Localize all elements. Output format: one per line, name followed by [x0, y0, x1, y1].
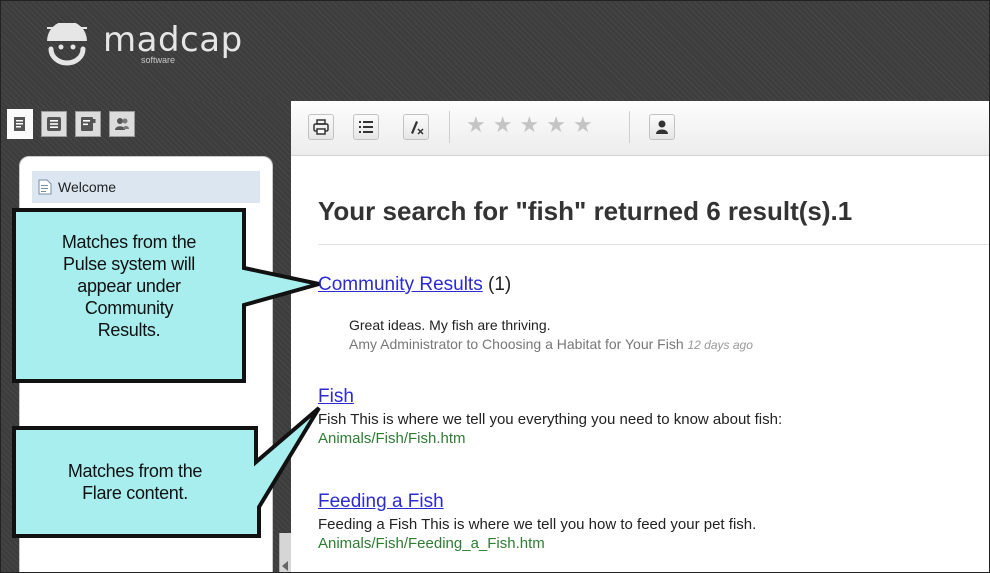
result-link-fish[interactable]: Fish [318, 386, 354, 408]
madcap-logo[interactable]: madcap software [37, 23, 243, 73]
rating-star-1[interactable]: ★ [466, 115, 486, 137]
comment-author-topic[interactable]: Amy Administrator to Choosing a Habitat … [349, 336, 684, 352]
screenshot-frame: madcap software Welcome ★ ★ ★ ★ ★ Your s… [0, 0, 990, 573]
document-icon [14, 117, 25, 131]
topic-rating[interactable]: ★ ★ ★ ★ ★ [466, 115, 593, 137]
comment-timestamp: 12 days ago [687, 338, 753, 352]
divider [318, 244, 989, 245]
print-icon [313, 119, 329, 135]
list-icon [359, 121, 373, 133]
toolbar-separator [449, 111, 450, 143]
page-icon [38, 179, 52, 195]
chevron-left-icon [282, 561, 288, 571]
tab-index[interactable] [41, 111, 67, 137]
list-icon [47, 117, 61, 131]
community-comment-meta: Amy Administrator to Choosing a Habitat … [349, 336, 753, 352]
rating-star-5[interactable]: ★ [573, 115, 593, 137]
rating-star-3[interactable]: ★ [519, 115, 539, 137]
toolbar-separator [629, 111, 630, 143]
collapse-nav-button[interactable] [279, 533, 291, 572]
search-results-heading: Your search for "fish" returned 6 result… [318, 196, 853, 226]
content-pane: ★ ★ ★ ★ ★ Your search for "fish" returne… [291, 101, 989, 572]
toc-panel: Welcome [19, 156, 273, 572]
community-results-link[interactable]: Community Results [318, 274, 483, 295]
madcap-logo-icon [47, 23, 87, 66]
tab-glossary[interactable] [75, 111, 101, 137]
result-link-feeding-a-fish[interactable]: Feeding a Fish [318, 491, 444, 513]
community-icon [115, 118, 129, 130]
result-desc-feeding-a-fish: Feeding a Fish This is where we tell you… [318, 516, 757, 533]
topic-toolbar: ★ ★ ★ ★ ★ [291, 101, 989, 156]
brand-sub: software [141, 55, 176, 65]
result-desc-fish: Fish This is where we tell you everythin… [318, 411, 783, 428]
expand-all-button[interactable] [353, 114, 379, 140]
remove-highlight-button[interactable] [403, 114, 429, 140]
community-results-count: (1) [488, 274, 512, 295]
tab-toc[interactable] [7, 109, 33, 139]
community-comment[interactable]: Great ideas. My fish are thriving. [349, 317, 551, 333]
navigation-tabs [7, 109, 135, 139]
toc-item-label: Welcome [58, 179, 117, 195]
user-icon [656, 120, 668, 134]
rating-star-4[interactable]: ★ [546, 115, 566, 137]
toc-item-welcome[interactable]: Welcome [32, 171, 260, 203]
tab-community[interactable] [109, 111, 135, 137]
rating-star-2[interactable]: ★ [493, 115, 513, 137]
brand-name: madcap [103, 20, 243, 60]
header: madcap software [1, 1, 989, 101]
index-icon [81, 117, 96, 131]
print-button[interactable] [308, 114, 334, 140]
result-path-feeding-a-fish: Animals/Fish/Feeding_a_Fish.htm [318, 535, 545, 552]
clear-highlight-icon [411, 121, 424, 135]
result-path-fish: Animals/Fish/Fish.htm [318, 430, 466, 447]
user-profile-button[interactable] [649, 114, 675, 140]
navigation-pane: Welcome [1, 101, 291, 572]
community-results-header: Community Results (1) [318, 274, 511, 296]
